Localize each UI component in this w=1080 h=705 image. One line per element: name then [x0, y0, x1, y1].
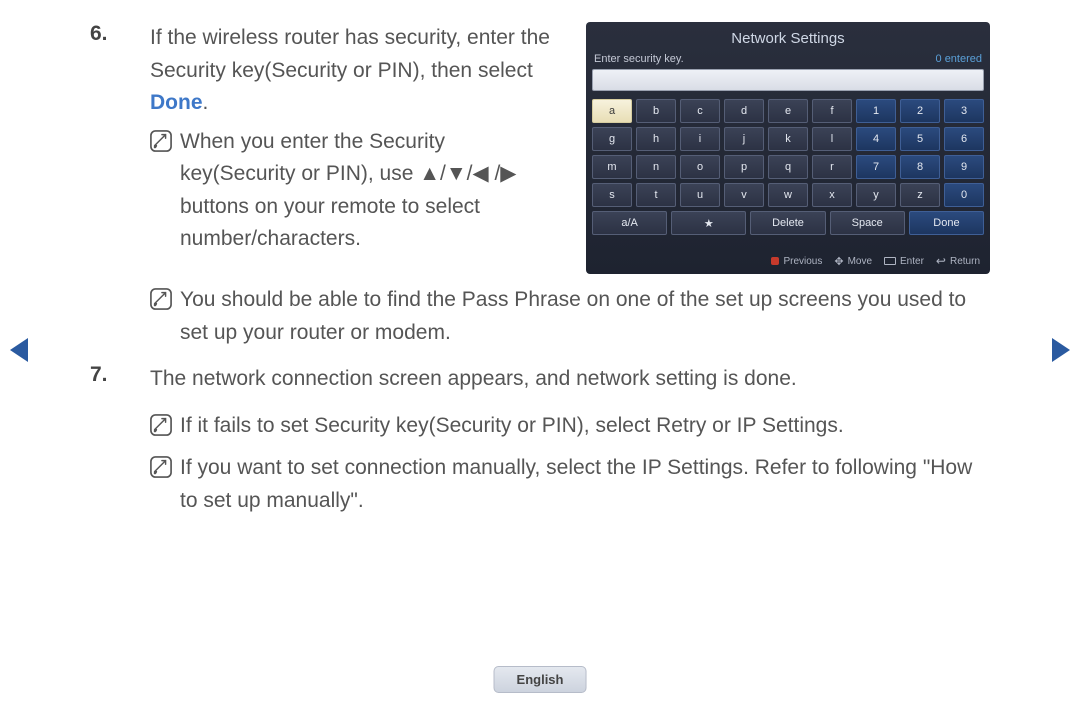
- step-6-text-b: .: [203, 91, 209, 114]
- red-button-icon: [771, 257, 779, 265]
- ip-settings-keyword: IP Settings: [642, 456, 743, 479]
- step-7-note-1-text: If it fails to set Security key(Security…: [180, 410, 990, 443]
- network-settings-panel: Network Settings Enter security key. 0 e…: [586, 22, 990, 274]
- hint-move: Move: [848, 256, 872, 267]
- key-[interactable]: ★: [671, 211, 746, 235]
- key-b[interactable]: b: [636, 99, 676, 123]
- key-0[interactable]: 0: [944, 183, 984, 207]
- key-1[interactable]: 1: [856, 99, 896, 123]
- step-7-text: The network connection screen appears, a…: [150, 363, 990, 396]
- step-6-text-a: If the wireless router has security, ent…: [150, 26, 550, 82]
- return-icon: ↩: [936, 254, 946, 268]
- key-d[interactable]: d: [724, 99, 764, 123]
- key-z[interactable]: z: [900, 183, 940, 207]
- step-7-note-2-text: If you want to set connection manually, …: [180, 452, 990, 517]
- key-j[interactable]: j: [724, 127, 764, 151]
- key-5[interactable]: 5: [900, 127, 940, 151]
- step-6: 6. If the wireless router has security, …: [90, 22, 564, 256]
- step-7-number: 7.: [90, 363, 150, 396]
- step-6-note-1: When you enter the Security key(Security…: [150, 126, 564, 256]
- note-icon: [150, 284, 180, 349]
- step-7-note-2: If you want to set connection manually, …: [150, 452, 990, 517]
- key-a[interactable]: a: [592, 99, 632, 123]
- key-e[interactable]: e: [768, 99, 808, 123]
- key-x[interactable]: x: [812, 183, 852, 207]
- key-aa[interactable]: a/A: [592, 211, 667, 235]
- key-h[interactable]: h: [636, 127, 676, 151]
- key-u[interactable]: u: [680, 183, 720, 207]
- step-6-number: 6.: [90, 22, 150, 256]
- note-icon: [150, 410, 180, 443]
- hint-enter: Enter: [900, 256, 924, 267]
- key-s[interactable]: s: [592, 183, 632, 207]
- key-t[interactable]: t: [636, 183, 676, 207]
- note-icon: [150, 452, 180, 517]
- osk-title: Network Settings: [592, 28, 984, 53]
- step-6-text: If the wireless router has security, ent…: [150, 22, 564, 256]
- key-done[interactable]: Done: [909, 211, 984, 235]
- key-y[interactable]: y: [856, 183, 896, 207]
- key-w[interactable]: w: [768, 183, 808, 207]
- key-m[interactable]: m: [592, 155, 632, 179]
- key-l[interactable]: l: [812, 127, 852, 151]
- key-g[interactable]: g: [592, 127, 632, 151]
- key-3[interactable]: 3: [944, 99, 984, 123]
- key-7[interactable]: 7: [856, 155, 896, 179]
- hint-previous: Previous: [783, 256, 822, 267]
- security-key-input[interactable]: [592, 69, 984, 91]
- done-keyword: Done: [150, 91, 203, 114]
- nav-next-button[interactable]: [1052, 338, 1070, 362]
- step-6-note-2-text: You should be able to find the Pass Phra…: [180, 284, 990, 349]
- hint-return: Return: [950, 256, 980, 267]
- nav-prev-button[interactable]: [10, 338, 28, 362]
- retry-keyword: Retry: [656, 414, 706, 437]
- key-space[interactable]: Space: [830, 211, 905, 235]
- key-8[interactable]: 8: [900, 155, 940, 179]
- osk-hint-bar: Previous ✥ Move Enter ↩ Return: [771, 254, 980, 268]
- key-f[interactable]: f: [812, 99, 852, 123]
- step-6-note-1-text: When you enter the Security key(Security…: [180, 126, 564, 256]
- key-n[interactable]: n: [636, 155, 676, 179]
- enter-icon: [884, 257, 896, 265]
- key-r[interactable]: r: [812, 155, 852, 179]
- key-delete[interactable]: Delete: [750, 211, 825, 235]
- move-icon: ✥: [834, 255, 843, 268]
- key-k[interactable]: k: [768, 127, 808, 151]
- key-i[interactable]: i: [680, 127, 720, 151]
- key-v[interactable]: v: [724, 183, 764, 207]
- language-pill: English: [494, 666, 587, 693]
- step-7-note-1: If it fails to set Security key(Security…: [150, 410, 990, 443]
- osk-prompt-label: Enter security key.: [594, 53, 684, 65]
- key-4[interactable]: 4: [856, 127, 896, 151]
- osk-entered-count: 0 entered: [936, 53, 982, 65]
- key-o[interactable]: o: [680, 155, 720, 179]
- ip-settings-keyword: IP Settings: [737, 414, 838, 437]
- step-6-note-2: You should be able to find the Pass Phra…: [150, 284, 990, 349]
- key-2[interactable]: 2: [900, 99, 940, 123]
- key-c[interactable]: c: [680, 99, 720, 123]
- on-screen-keyboard: abcdef123 ghijkl456 mnopqr789 stuvwxyz0 …: [592, 99, 984, 235]
- key-9[interactable]: 9: [944, 155, 984, 179]
- note-icon: [150, 126, 180, 256]
- key-6[interactable]: 6: [944, 127, 984, 151]
- step-7: 7. The network connection screen appears…: [90, 363, 990, 396]
- key-p[interactable]: p: [724, 155, 764, 179]
- key-q[interactable]: q: [768, 155, 808, 179]
